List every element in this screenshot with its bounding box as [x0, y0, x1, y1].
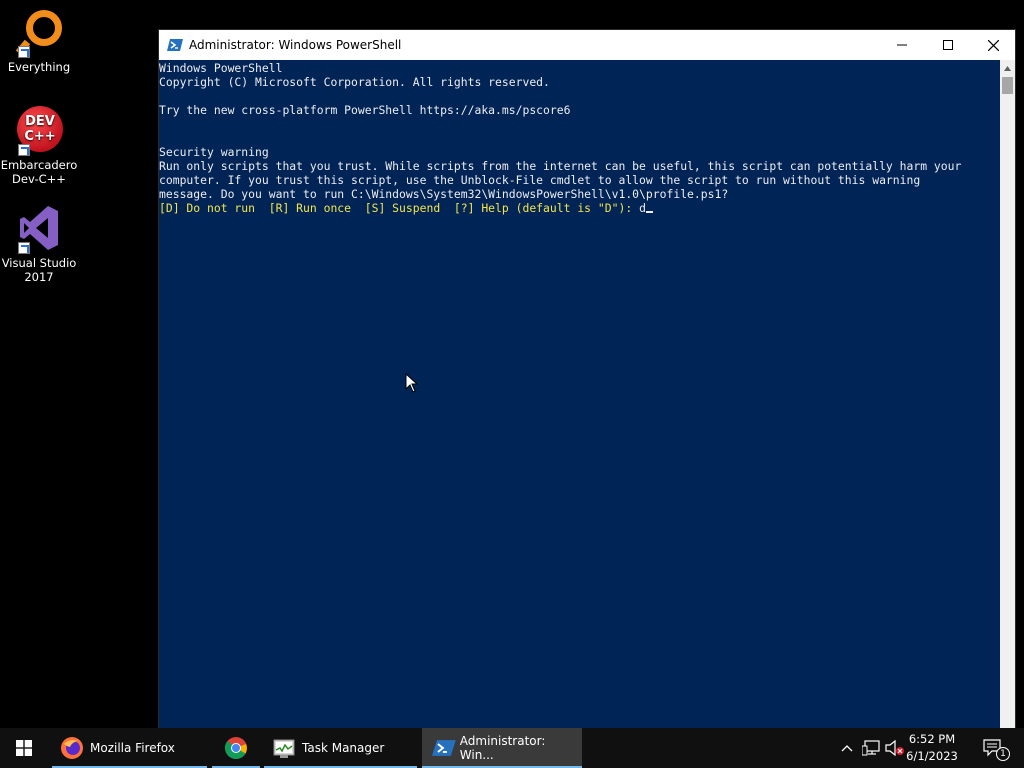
console-output[interactable]: Windows PowerShell Copyright (C) Microsof…	[159, 60, 1000, 728]
visual-studio-icon	[14, 204, 64, 254]
console-input[interactable]: d	[639, 201, 646, 215]
window-title: Administrator: Windows PowerShell	[189, 38, 402, 52]
desktop-icon-visual-studio[interactable]: Visual Studio 2017	[0, 204, 78, 284]
close-button[interactable]	[970, 30, 1016, 60]
console-line: Copyright (C) Microsoft Corporation. All…	[159, 75, 550, 89]
window-titlebar[interactable]: Administrator: Windows PowerShell	[159, 30, 1015, 60]
task-manager-icon	[273, 739, 295, 758]
minimize-button[interactable]	[879, 30, 925, 60]
desktop-icon-label-line1: Embarcadero	[0, 158, 78, 172]
close-icon	[987, 39, 999, 51]
taskbar-item-label: Mozilla Firefox	[90, 741, 175, 755]
mouse-pointer-icon	[405, 373, 419, 393]
dev-cpp-badge-line1: DEV	[25, 114, 55, 129]
desktop-icon-label-line1: Visual Studio	[1, 256, 77, 270]
powershell-window: Administrator: Windows PowerShell Window…	[158, 29, 1016, 728]
clock-time: 6:52 PM	[908, 732, 956, 746]
chrome-icon	[225, 737, 247, 759]
console-line: Run only scripts that you trust. While s…	[159, 159, 962, 173]
prompt-default-option: [D] Do not run	[159, 201, 256, 215]
chevron-up-icon	[841, 745, 853, 752]
show-hidden-icons-button[interactable]	[838, 728, 856, 768]
action-center-button[interactable]: 1	[978, 728, 1010, 768]
minimize-icon	[897, 44, 907, 46]
taskbar-item-label: Task Manager	[302, 741, 385, 755]
console-line: Windows PowerShell	[159, 61, 283, 75]
console-line: Security warning	[159, 145, 269, 159]
prompt-options: [R] Run once [S] Suspend [?] Help (defau…	[255, 201, 640, 215]
powershell-icon	[432, 740, 456, 756]
vertical-scrollbar[interactable]	[1000, 60, 1015, 728]
desktop-icon-everything[interactable]: Everything	[0, 8, 78, 74]
desktop-icon-label: Everything	[7, 60, 71, 74]
taskbar-item-label: Administrator: Win...	[459, 734, 546, 762]
network-tray-button[interactable]	[860, 728, 882, 768]
shortcut-arrow-icon	[18, 46, 30, 58]
desktop-icon-dev-cpp[interactable]: DEV C++ Embarcadero Dev-C++	[0, 106, 78, 186]
windows-logo-icon	[16, 740, 32, 756]
taskbar: Mozilla Firefox Task Manager Administrat…	[0, 728, 1024, 768]
text-cursor	[645, 211, 653, 213]
maximize-icon	[943, 40, 953, 50]
notification-count-badge: 1	[996, 747, 1010, 761]
taskbar-item-powershell[interactable]: Administrator: Win...	[422, 728, 582, 768]
scrollbar-thumb[interactable]	[1002, 77, 1013, 94]
dev-cpp-badge-line2: C++	[24, 129, 56, 144]
scroll-up-arrow-icon[interactable]	[1000, 60, 1015, 76]
desktop-icon-label-line2: 2017	[24, 270, 54, 284]
console-line: message. Do you want to run C:\Windows\S…	[159, 187, 729, 201]
taskbar-clock[interactable]: 6:52 PM 6/1/2023	[902, 731, 962, 765]
powershell-icon	[167, 37, 183, 53]
taskbar-item-chrome[interactable]	[212, 728, 260, 768]
shortcut-arrow-icon	[18, 144, 30, 156]
console-prompt-line[interactable]: [D] Do not run [R] Run once [S] Suspend …	[159, 201, 1000, 215]
maximize-button[interactable]	[925, 30, 971, 60]
clock-date: 6/1/2023	[906, 749, 958, 763]
taskbar-item-firefox[interactable]: Mozilla Firefox	[52, 728, 207, 768]
shortcut-arrow-icon	[18, 242, 30, 254]
network-icon	[862, 740, 880, 756]
console-line: Try the new cross-platform PowerShell ht…	[159, 103, 571, 117]
firefox-icon	[61, 737, 83, 759]
taskbar-item-task-manager[interactable]: Task Manager	[264, 728, 417, 768]
everything-icon	[14, 8, 64, 58]
start-button[interactable]	[0, 728, 48, 768]
desktop-icon-label-line2: Dev-C++	[12, 172, 66, 186]
dev-cpp-icon: DEV C++	[14, 106, 64, 156]
console-line: computer. If you trust this script, use …	[159, 173, 921, 187]
